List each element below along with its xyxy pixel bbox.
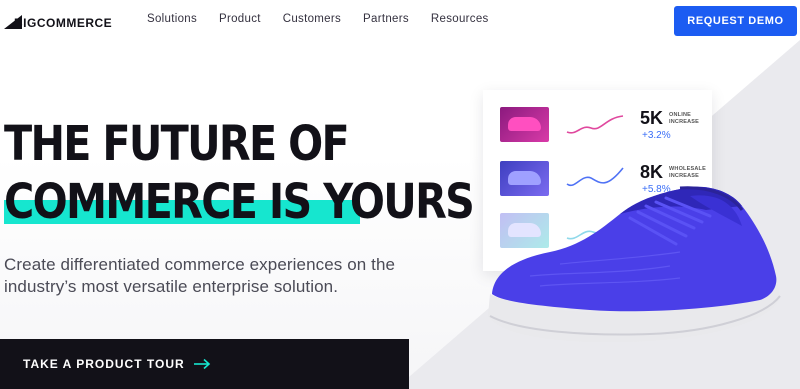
metric-delta: +3.2% <box>642 130 671 141</box>
logo-triangle-icon <box>4 15 22 29</box>
hero-subtitle: Create differentiated commerce experienc… <box>4 255 396 296</box>
top-navigation: BIGCOMMERCE Solutions Product Customers … <box>0 0 800 42</box>
sneaker-image <box>488 186 781 343</box>
arrow-right-icon <box>193 358 210 370</box>
product-tour-button[interactable]: TAKE A PRODUCT TOUR <box>0 339 409 389</box>
nav-solutions[interactable]: Solutions <box>147 13 197 25</box>
sparkline-icon <box>566 115 624 134</box>
logo-text: BIGCOMMERCE <box>14 16 113 30</box>
request-demo-button[interactable]: REQUEST DEMO <box>674 6 797 36</box>
nav-partners[interactable]: Partners <box>363 13 409 25</box>
shoe-icon <box>508 117 541 131</box>
nav-resources[interactable]: Resources <box>431 13 489 25</box>
metric-value: 5K <box>640 108 664 128</box>
product-thumbnail <box>500 107 549 142</box>
bigcommerce-logo[interactable]: BIGCOMMERCE <box>4 10 112 30</box>
main-nav: Solutions Product Customers Partners Res… <box>147 13 511 25</box>
headline-line-2: COMMERCE IS YOURS <box>4 174 475 230</box>
product-tour-label: TAKE A PRODUCT TOUR <box>23 357 185 371</box>
metric-label: ONLINE INCREASE <box>669 112 700 125</box>
nav-customers[interactable]: Customers <box>283 13 341 25</box>
nav-product[interactable]: Product <box>219 13 261 25</box>
headline-line-1: THE FUTURE OF <box>4 116 350 172</box>
